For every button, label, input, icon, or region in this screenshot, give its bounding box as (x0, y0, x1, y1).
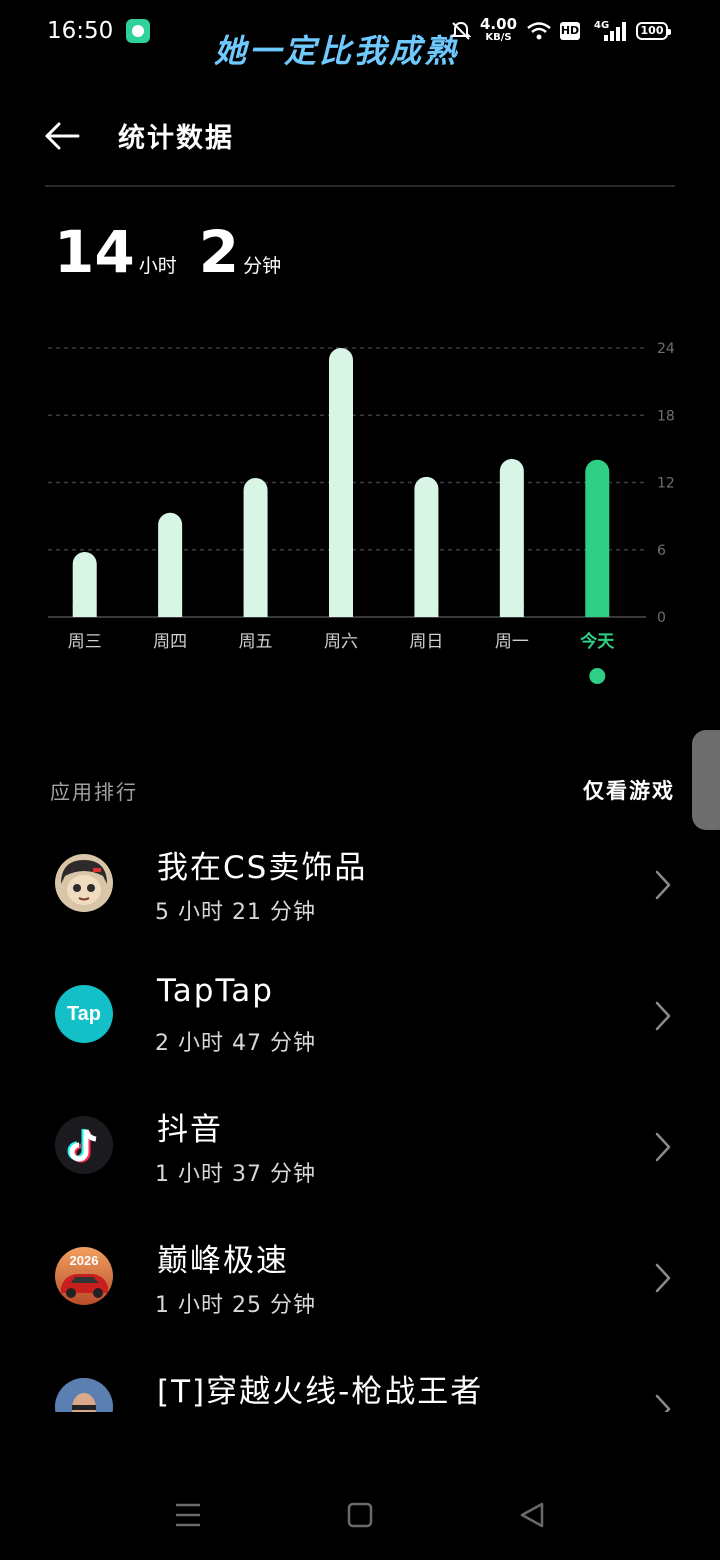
crossfire-icon (55, 1378, 113, 1412)
bar (329, 348, 353, 617)
x-tick-label: 今天 (580, 631, 615, 652)
app-usage-time: 1 小时 37 分钟 (155, 1162, 316, 1187)
bar-base (243, 605, 268, 617)
total-usage: 14 小时 2 分钟 (54, 218, 303, 286)
x-tick-label: 周一 (495, 632, 529, 652)
nav-back-button[interactable] (519, 1501, 545, 1529)
cartoon-avatar-icon (55, 854, 113, 912)
x-tick-label: 周六 (324, 632, 358, 652)
network-speed: 4.00 KB/S (480, 15, 518, 44)
app-name: TapTap (157, 973, 274, 1009)
bar-base (414, 605, 439, 617)
bar (585, 459, 610, 617)
taptap-icon-text: Tap (66, 1002, 102, 1025)
bar (243, 478, 268, 617)
y-tick-label: 12 (657, 476, 675, 492)
x-tick-label: 周三 (68, 632, 102, 652)
taptap-icon: Tap (55, 985, 113, 1043)
bar (414, 476, 439, 617)
app-row[interactable]: [T]穿越火线-枪战王者 (0, 1344, 720, 1412)
selected-day-dot (589, 668, 606, 684)
app-row[interactable]: 我在CS卖饰品 5 小时 21 分钟 (0, 820, 720, 951)
bar-base (158, 605, 183, 617)
recent-apps-button[interactable] (174, 1501, 202, 1529)
app-usage-time: 5 小时 21 分钟 (155, 900, 316, 925)
status-banner-text: 她一定比我成熟 (214, 32, 460, 70)
games-only-toggle[interactable]: 仅看游戏 (583, 775, 675, 805)
x-tick-label: 周四 (153, 632, 187, 652)
battery-icon: 100 (636, 22, 671, 40)
x-tick-label: 周五 (239, 632, 273, 652)
y-tick-label: 24 (657, 341, 675, 357)
app-name: 抖音 (157, 1112, 223, 1148)
bar-base (329, 605, 353, 617)
app-usage-time: 1 小时 25 分钟 (155, 1293, 316, 1318)
app-row[interactable]: 抖音 1 小时 37 分钟 (0, 1082, 720, 1213)
ranking-title: 应用排行 (50, 780, 138, 804)
chevron-right-icon (655, 870, 671, 900)
back-button[interactable] (42, 118, 82, 154)
bar (158, 512, 183, 617)
bar-base (72, 605, 97, 617)
minutes-unit: 分钟 (243, 255, 282, 277)
status-time: 16:50 (47, 18, 114, 44)
app-row[interactable]: Tap TapTap 2 小时 47 分钟 (0, 951, 720, 1082)
app-usage-time: 2 小时 47 分钟 (155, 1031, 316, 1056)
usage-chart: 24 18 12 6 0 周三 周四 周五 周六 周日 周一 今天 (48, 341, 675, 684)
x-tick-label: 周日 (409, 632, 443, 652)
douyin-icon (55, 1116, 113, 1174)
page-title: 统计数据 (118, 123, 234, 154)
chevron-right-icon (655, 1132, 671, 1162)
app-row[interactable]: 2026 巅峰极速 1 小时 25 分钟 (0, 1213, 720, 1344)
app-name: [T]穿越火线-枪战王者 (157, 1374, 484, 1410)
bar-base (499, 605, 524, 617)
wifi-icon (527, 22, 551, 40)
side-handle[interactable] (692, 730, 720, 830)
app-name: 我在CS卖饰品 (157, 850, 368, 886)
y-tick-label: 6 (657, 543, 666, 559)
total-hours: 14 (54, 218, 135, 286)
total-minutes: 2 (198, 218, 240, 286)
signal-icon (604, 21, 626, 41)
chevron-right-icon (655, 1263, 671, 1293)
app-list: 我在CS卖饰品 5 小时 21 分钟 Tap TapTap 2 小时 47 分钟… (0, 820, 720, 1412)
app-name: 巅峰极速 (157, 1243, 289, 1279)
header-divider (45, 185, 675, 187)
bar (499, 458, 524, 617)
bar-base (585, 605, 610, 617)
hours-unit: 小时 (138, 255, 177, 277)
notification-app-icon (126, 19, 150, 43)
racing-icon-text: 2026 (70, 1253, 99, 1268)
y-tick-label: 18 (657, 408, 675, 424)
mute-bell-icon (450, 21, 472, 40)
y-tick-label: 0 (657, 610, 666, 626)
hd-badge: HD (560, 22, 580, 40)
chevron-right-icon (655, 1394, 671, 1412)
chevron-right-icon (655, 1001, 671, 1031)
home-button[interactable] (347, 1502, 373, 1528)
racing-car-icon: 2026 (55, 1247, 113, 1305)
